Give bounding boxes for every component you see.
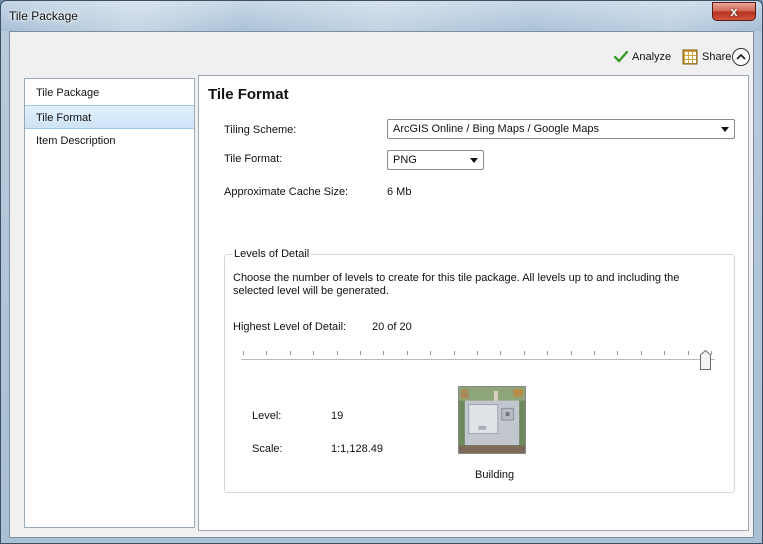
tiling-scheme-select[interactable]: ArcGIS Online / Bing Maps / Google Maps — [387, 119, 735, 139]
chevron-down-icon — [721, 127, 729, 132]
slider-tick — [360, 351, 361, 355]
sidebar-item-item-description[interactable]: Item Description — [25, 129, 194, 153]
slider-tick — [687, 351, 689, 355]
level-slider-thumb[interactable] — [700, 350, 711, 370]
slider-tick — [289, 351, 291, 355]
slider-tick — [383, 351, 385, 355]
levels-of-detail-legend: Levels of Detail — [232, 248, 312, 260]
checkmark-icon — [614, 50, 628, 63]
scale-label: Scale: — [252, 443, 283, 455]
slider-tick — [336, 351, 338, 355]
cache-size-label: Approximate Cache Size: — [224, 186, 349, 198]
window-title: Tile Package — [9, 9, 78, 23]
analyze-button[interactable]: Analyze — [614, 48, 671, 66]
highest-level-value: 20 of 20 — [372, 321, 412, 333]
levels-description: Choose the number of levels to create fo… — [233, 272, 680, 297]
share-grid-icon — [682, 49, 698, 65]
tile-format-label: Tile Format: — [224, 153, 283, 165]
scale-value: 1:1,128.49 — [331, 443, 383, 455]
slider-tick — [430, 351, 432, 355]
close-button[interactable]: x — [712, 2, 756, 21]
level-value: 19 — [331, 410, 344, 422]
slider-tick — [640, 351, 642, 355]
analyze-label: Analyze — [632, 51, 672, 63]
slider-tick — [617, 351, 619, 355]
tiling-scheme-value: ArcGIS Online / Bing Maps / Google Maps — [393, 123, 600, 135]
level-slider-track[interactable] — [241, 359, 715, 361]
chevron-down-icon — [470, 158, 478, 163]
page-title: Tile Format — [208, 86, 289, 103]
share-label: Share — [702, 51, 732, 63]
sidebar-item-tile-format[interactable]: Tile Format — [25, 105, 194, 129]
main-panel: Tile Format Tiling Scheme: ArcGIS Online… — [198, 75, 749, 531]
tiling-scheme-label: Tiling Scheme: — [224, 124, 297, 136]
slider-tick — [243, 351, 244, 355]
sidebar: Tile Package Tile Format Item Descriptio… — [24, 78, 195, 528]
slider-tick — [406, 351, 408, 355]
sidebar-item-tile-package[interactable]: Tile Package — [25, 81, 194, 105]
preview-caption: Building — [475, 469, 515, 481]
slider-tick — [570, 351, 572, 355]
slider-tick — [547, 351, 549, 355]
tile-package-window: Tile Package x Analyze Share Tile Packag… — [0, 0, 763, 544]
chevron-up-circle-icon — [736, 53, 746, 60]
slider-tick — [453, 351, 455, 355]
toolbar: Analyze Share — [10, 32, 753, 72]
building-preview-image — [458, 386, 526, 454]
share-button[interactable]: Share — [682, 48, 731, 66]
slider-tick — [664, 351, 666, 355]
client-area: Analyze Share Tile Package Tile Format I… — [9, 31, 754, 538]
slider-tick — [500, 351, 502, 355]
tile-format-value: PNG — [393, 154, 417, 166]
level-label: Level: — [252, 410, 282, 422]
slider-tick — [477, 351, 478, 355]
slider-tick — [711, 351, 712, 355]
cache-size-value: 6 Mb — [387, 186, 412, 198]
slider-tick — [266, 351, 268, 355]
levels-of-detail-group: Levels of Detail Choose the number of le… — [224, 248, 735, 493]
slider-tick — [523, 351, 525, 355]
close-icon: x — [730, 4, 738, 19]
title-bar[interactable]: Tile Package x — [1, 1, 762, 31]
tile-format-select[interactable]: PNG — [387, 150, 484, 170]
highest-level-label: Highest Level of Detail: — [233, 321, 347, 333]
slider-tick — [313, 351, 315, 355]
slider-tick — [594, 351, 595, 355]
collapse-button[interactable] — [732, 48, 750, 66]
